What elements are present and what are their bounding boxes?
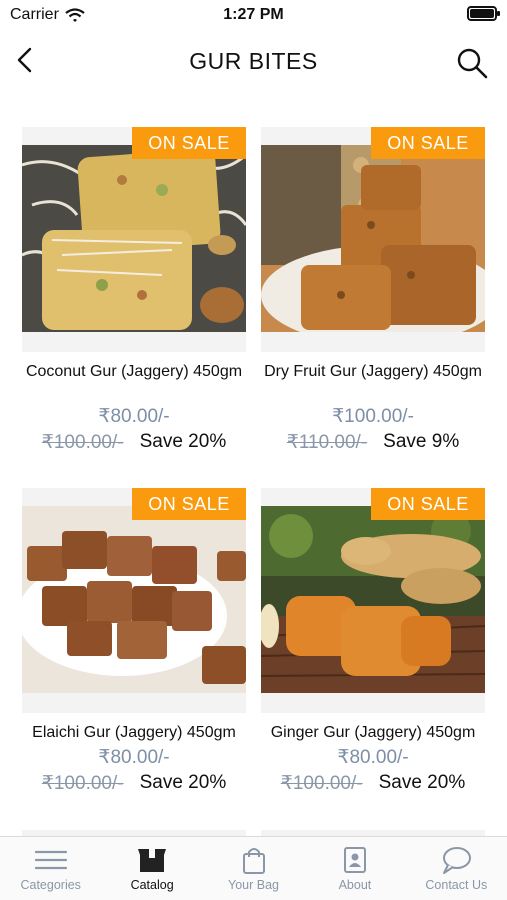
discount-row: ₹100.00/- Save 20% (22, 772, 246, 795)
tab-about[interactable]: About (304, 837, 405, 900)
tab-bar: Categories Catalog Your Bag About Contac… (0, 836, 507, 900)
product-price: ₹100.00/- (332, 406, 414, 427)
product-card[interactable]: ON SALE Elaichi Gur (Jaggery) 450gm ₹80.… (22, 488, 246, 808)
status-bar: Carrier 1:27 PM (0, 0, 507, 30)
status-time: 1:27 PM (223, 6, 284, 23)
discount-row: ₹110.00/- Save 9% (261, 431, 485, 454)
savings-label: Save 20% (139, 772, 227, 793)
tab-categories[interactable]: Categories (0, 837, 101, 900)
savings-label: Save 9% (383, 431, 460, 452)
product-name: Ginger Gur (Jaggery) 450gm (270, 724, 476, 741)
original-price: ₹100.00/- (280, 773, 363, 794)
tab-your-bag[interactable]: Your Bag (203, 837, 304, 900)
ginger-gur-photo (261, 506, 485, 693)
tab-label: Catalog (130, 878, 174, 892)
product-card[interactable]: ON SALE Dry Fruit Gur (Jaggery) 450gm ₹1… (261, 127, 485, 453)
tab-label: Categories (20, 878, 81, 892)
product-name: Elaichi Gur (Jaggery) 450gm (32, 724, 236, 741)
elaichi-gur-photo (22, 506, 246, 693)
id-card-icon (343, 847, 366, 873)
tab-catalog[interactable]: Catalog (101, 837, 202, 900)
chat-bubble-icon (443, 847, 472, 874)
product-image: ON SALE (261, 127, 485, 352)
product-image: ON SALE (22, 488, 246, 713)
savings-label: Save 20% (378, 772, 466, 793)
product-image: ON SALE (22, 127, 246, 352)
tab-label: Contact Us (425, 878, 488, 892)
discount-row: ₹100.00/- Save 20% (261, 772, 485, 795)
product-card[interactable]: ON SALE Coconut Gur (Jaggery) 450gm ₹80.… (22, 127, 246, 453)
product-name: Coconut Gur (Jaggery) 450gm (25, 363, 243, 380)
box-icon (138, 849, 167, 872)
on-sale-badge: ON SALE (371, 488, 485, 520)
on-sale-badge: ON SALE (132, 488, 246, 520)
product-image: ON SALE (261, 488, 485, 713)
original-price: ₹100.00/- (41, 432, 124, 453)
product-price: ₹80.00/- (98, 747, 170, 768)
on-sale-badge: ON SALE (371, 127, 485, 159)
page-title: GUR BITES (189, 48, 318, 74)
dry-fruit-gur-photo (261, 145, 485, 332)
product-price: ₹80.00/- (98, 406, 170, 427)
product-card[interactable]: ON SALE Ginger Gur (Jaggery) 450gm ₹80.0… (261, 488, 485, 808)
tab-label: About (338, 878, 372, 892)
search-icon[interactable] (455, 46, 489, 80)
original-price: ₹100.00/- (41, 773, 124, 794)
bag-icon (242, 848, 265, 874)
product-price: ₹80.00/- (337, 747, 409, 768)
on-sale-badge: ON SALE (132, 127, 246, 159)
battery-icon (467, 6, 500, 21)
tab-label: Your Bag (228, 878, 279, 892)
savings-label: Save 20% (139, 431, 227, 452)
menu-icon (34, 850, 67, 870)
discount-row: ₹100.00/- Save 20% (22, 431, 246, 454)
coconut-gur-photo (22, 145, 246, 332)
product-name: Dry Fruit Gur (Jaggery) 450gm (264, 363, 482, 380)
original-price: ₹110.00/- (286, 432, 368, 453)
navigation-bar: GUR BITES (0, 36, 507, 86)
tab-contact-us[interactable]: Contact Us (406, 837, 507, 900)
